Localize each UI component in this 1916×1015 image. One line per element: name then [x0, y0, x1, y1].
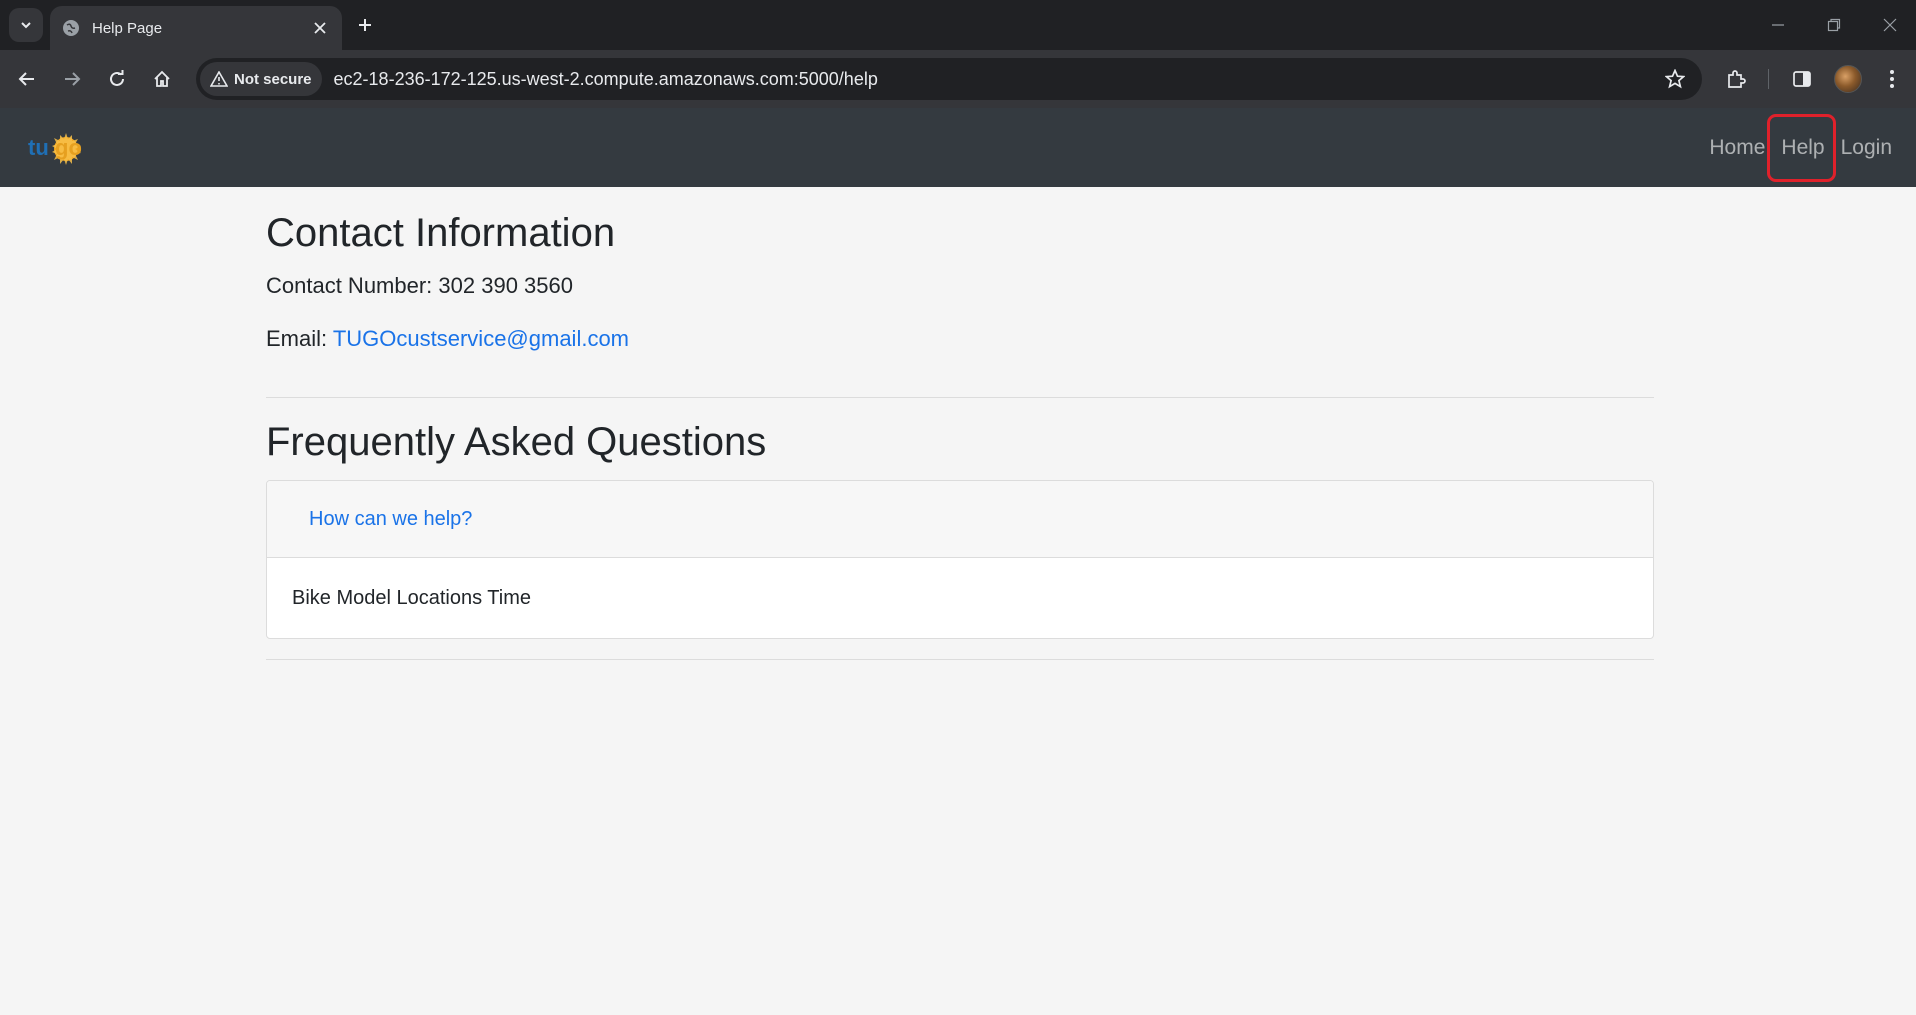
chevron-down-icon	[21, 22, 31, 29]
back-button[interactable]	[9, 61, 45, 97]
nav-link-home[interactable]: Home	[1701, 108, 1773, 187]
plus-icon	[359, 19, 371, 31]
contact-title: Contact Information	[266, 211, 616, 255]
svg-text:go: go	[55, 135, 82, 160]
faq-card-body: Bike Model Locations Time	[292, 586, 532, 609]
url-text[interactable]: ec2-18-236-172-125.us-west-2.compute.ama…	[334, 69, 1658, 90]
security-label: Not secure	[234, 70, 312, 88]
contact-number: Contact Number: 302 390 3560	[266, 273, 573, 298]
extensions-icon[interactable]	[1718, 61, 1754, 97]
new-tab-button[interactable]	[348, 8, 382, 42]
email-link[interactable]: TUGOcustservice@gmail.com	[333, 326, 629, 351]
bookmark-star-icon[interactable]	[1658, 62, 1692, 96]
forward-button[interactable]	[54, 61, 90, 97]
arrow-left-icon	[18, 72, 34, 86]
browser-tabstrip: Help Page	[0, 0, 1916, 50]
warning-icon	[210, 71, 228, 87]
close-icon	[1883, 18, 1897, 32]
faq-title: Frequently Asked Questions	[266, 420, 767, 464]
arrow-right-icon	[65, 72, 81, 86]
profile-avatar[interactable]	[1834, 65, 1862, 93]
bottom-divider	[266, 659, 1654, 660]
faq-card-header: How can we help?	[267, 481, 1653, 558]
reload-button[interactable]	[99, 61, 135, 97]
restore-button[interactable]	[1806, 0, 1862, 50]
minimize-button[interactable]	[1750, 0, 1806, 50]
minimize-icon	[1772, 24, 1784, 26]
close-tab-icon[interactable]	[310, 18, 330, 38]
more-menu-icon[interactable]	[1874, 61, 1910, 97]
security-indicator[interactable]: Not secure	[200, 62, 322, 96]
browser-toolbar: Not secure ec2-18-236-172-125.us-west-2.…	[0, 50, 1916, 108]
email-line: Email: TUGOcustservice@gmail.com	[266, 322, 1654, 355]
globe-icon	[62, 19, 80, 37]
home-button[interactable]	[144, 61, 180, 97]
email-label: Email:	[266, 326, 333, 351]
restore-icon	[1827, 18, 1841, 32]
tab-search-button[interactable]	[9, 8, 43, 42]
help-highlight-annotation	[1767, 114, 1836, 182]
main-content: Contact Information Contact Number: 302 …	[266, 187, 1654, 660]
address-bar[interactable]: Not secure ec2-18-236-172-125.us-west-2.…	[196, 58, 1702, 100]
faq-toggle-link[interactable]: How can we help?	[309, 508, 472, 531]
browser-tab[interactable]: Help Page	[50, 6, 342, 50]
close-window-button[interactable]	[1862, 0, 1916, 50]
faq-card: How can we help? Bike Model Locations Ti…	[266, 480, 1654, 639]
toolbar-separator	[1768, 69, 1769, 89]
tab-title: Help Page	[92, 19, 163, 37]
site-navbar: tu go Home Help Login	[0, 108, 1916, 187]
reload-icon	[110, 70, 124, 86]
tugo-logo[interactable]: tu go	[26, 130, 84, 168]
svg-text:tu: tu	[28, 135, 49, 160]
home-icon	[154, 70, 170, 87]
section-divider	[266, 397, 1654, 398]
side-panel-icon[interactable]	[1784, 61, 1820, 97]
nav-link-login[interactable]: Login	[1833, 108, 1900, 187]
